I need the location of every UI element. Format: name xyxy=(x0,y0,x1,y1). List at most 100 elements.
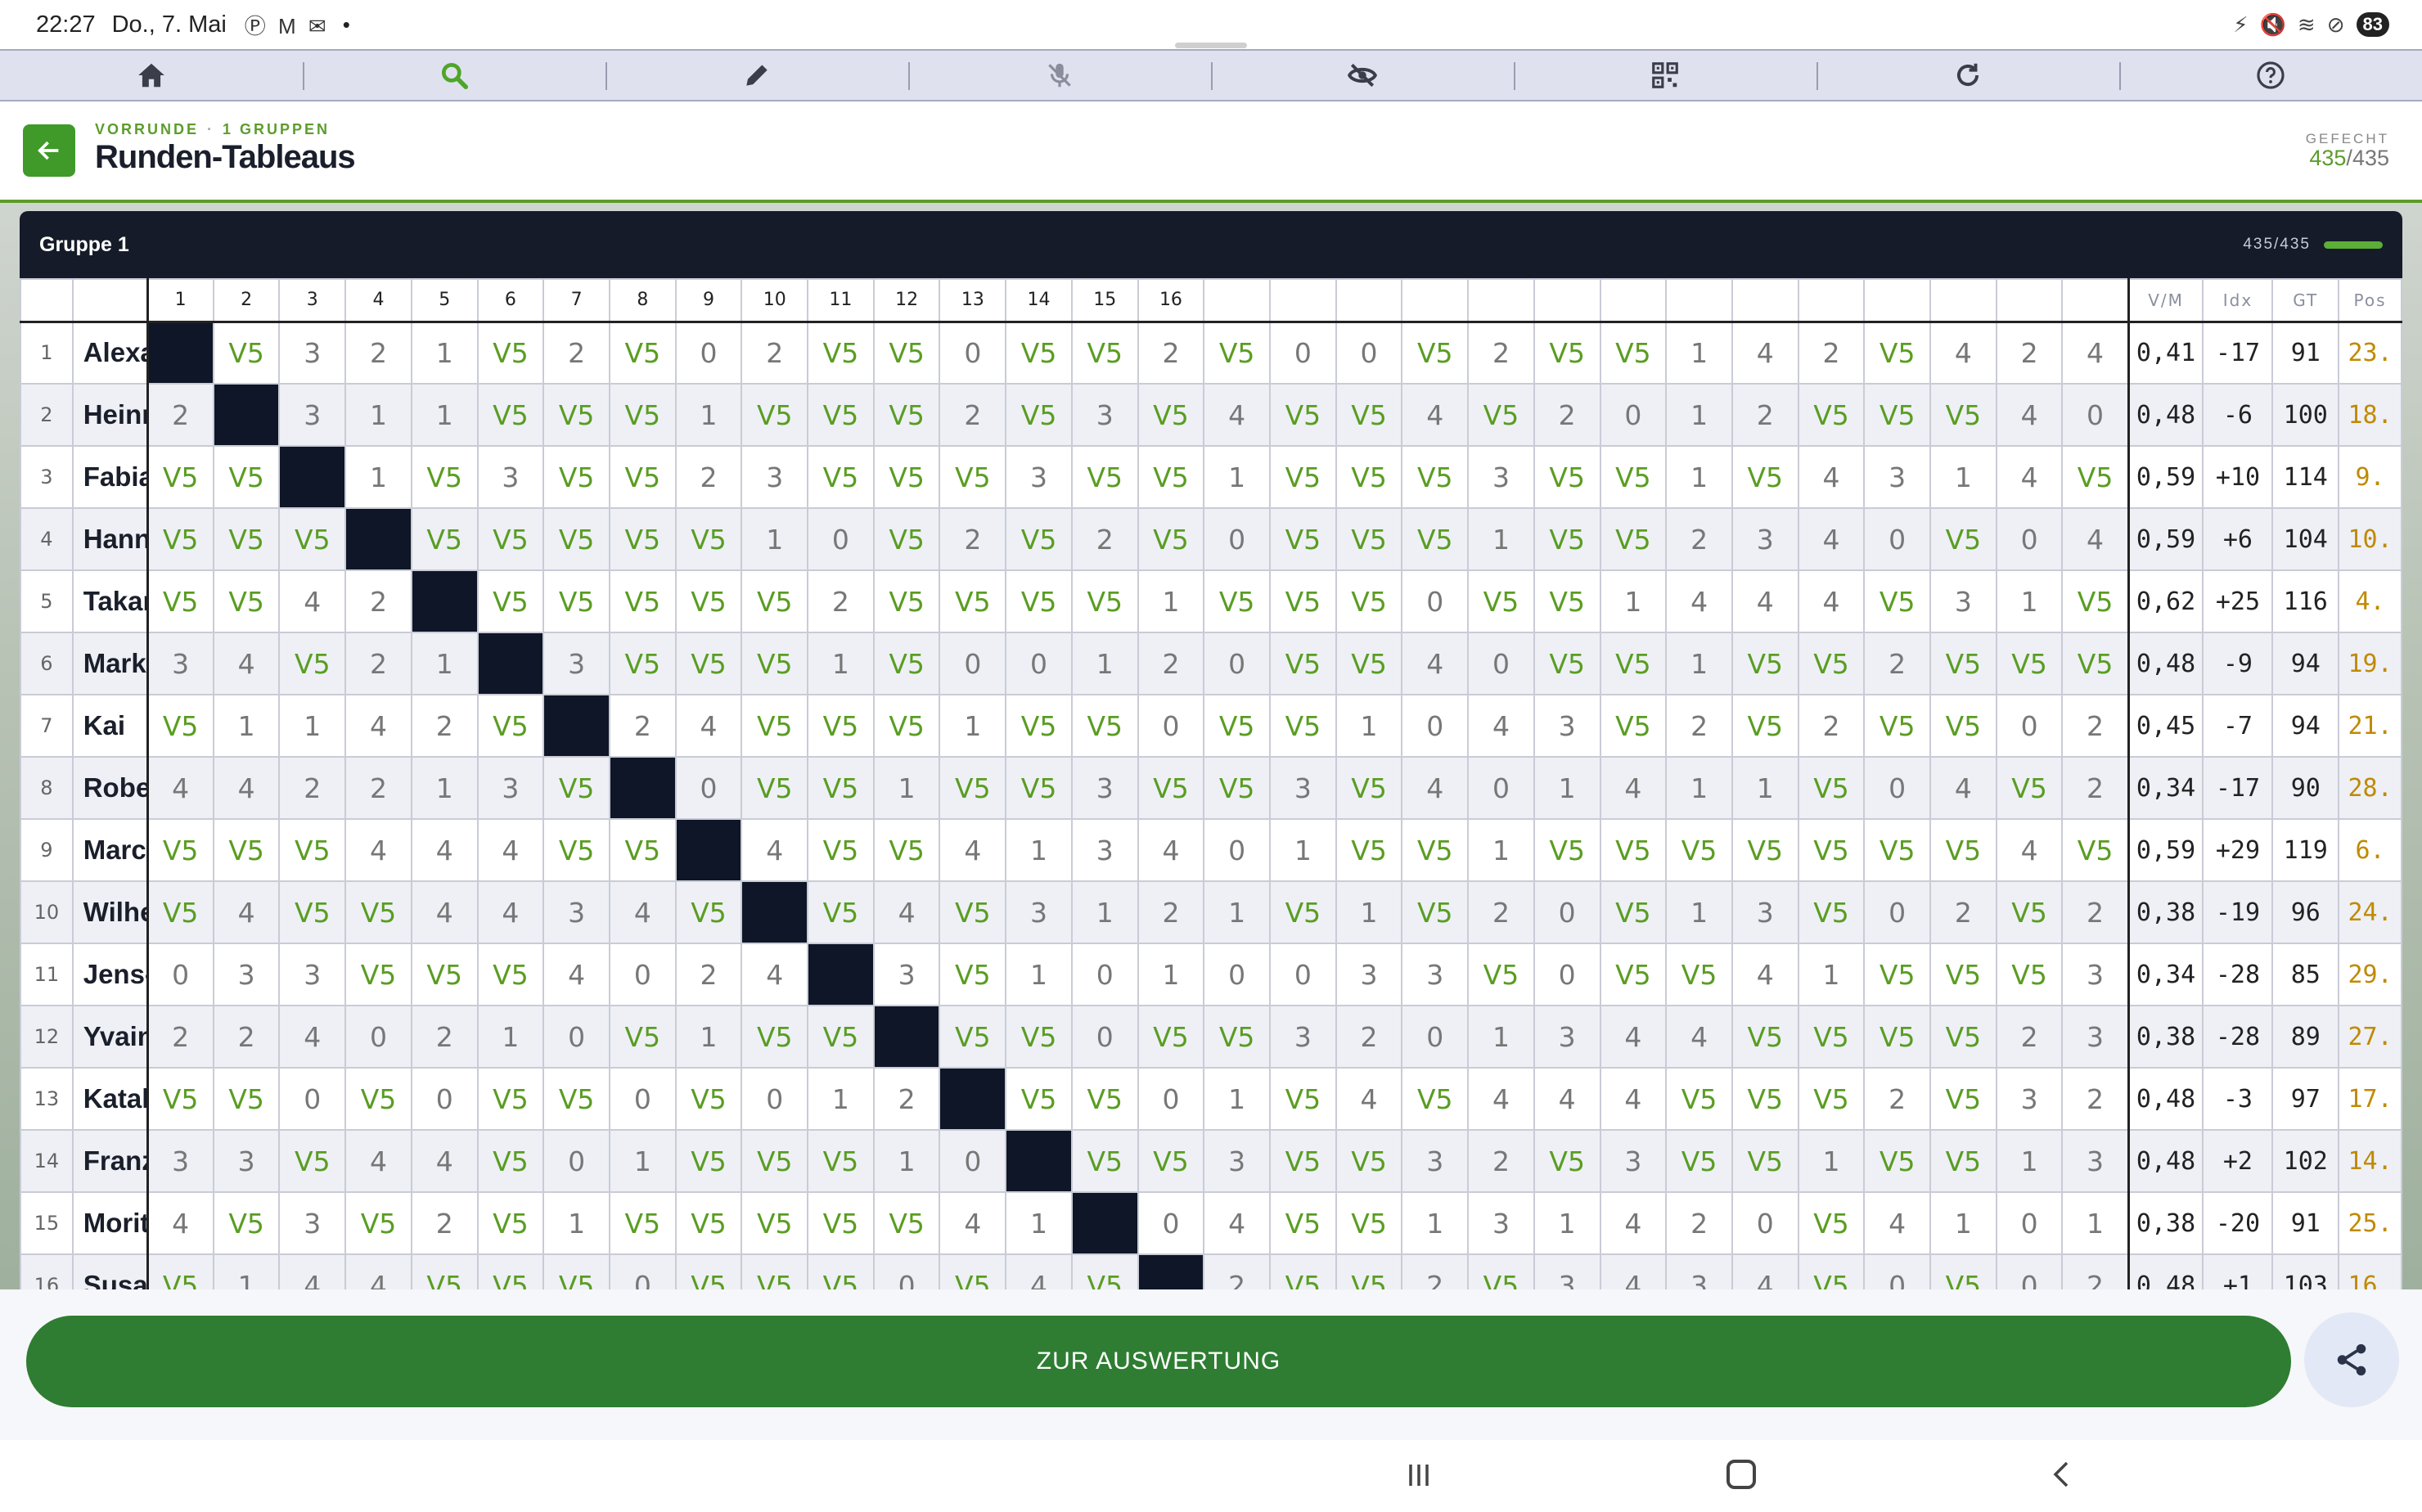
bout-cell[interactable]: 4 xyxy=(1929,321,1997,385)
bout-cell[interactable]: 4 xyxy=(410,880,479,944)
bout-cell[interactable]: V5 xyxy=(872,445,941,509)
bout-cell[interactable]: 1 xyxy=(1467,818,1535,882)
bout-cell[interactable]: V5 xyxy=(1863,1005,1932,1069)
bout-cell[interactable]: V5 xyxy=(1533,569,1601,633)
bout-cell[interactable]: V5 xyxy=(939,1005,1007,1069)
bout-cell[interactable]: 3 xyxy=(1269,1005,1337,1069)
bout-cell[interactable]: V5 xyxy=(1269,880,1337,944)
bout-cell[interactable]: 0 xyxy=(1203,818,1271,882)
bout-cell[interactable]: V5 xyxy=(1599,943,1668,1006)
bout-cell[interactable]: 4 xyxy=(1731,321,1799,385)
bout-cell[interactable]: V5 xyxy=(1599,694,1668,758)
bout-cell[interactable]: V5 xyxy=(741,569,809,633)
bout-cell[interactable]: V5 xyxy=(807,1129,875,1193)
bout-cell[interactable]: V5 xyxy=(146,694,214,758)
bout-cell[interactable]: 1 xyxy=(410,632,479,695)
table-row[interactable]: 10WilhelmV54V5V54434V5V54V53121V51V520V5… xyxy=(20,880,2402,944)
bout-cell[interactable]: V5 xyxy=(807,1005,875,1069)
bout-cell[interactable]: V5 xyxy=(1401,880,1470,944)
bout-cell[interactable]: 4 xyxy=(1731,1253,1799,1289)
toolbar-edit-button[interactable] xyxy=(606,51,908,100)
bout-cell[interactable]: V5 xyxy=(608,445,677,509)
bout-cell[interactable]: 2 xyxy=(1665,694,1733,758)
bout-cell[interactable]: 4 xyxy=(146,1191,214,1255)
bout-cell[interactable]: V5 xyxy=(674,1067,743,1131)
bout-cell[interactable]: V5 xyxy=(1269,632,1337,695)
bout-cell[interactable]: 4 xyxy=(410,818,479,882)
bout-cell[interactable]: 0 xyxy=(872,1253,941,1289)
bout-cell[interactable]: 2 xyxy=(1995,1005,2064,1069)
bout-cell[interactable]: 3 xyxy=(542,880,610,944)
bout-cell[interactable]: 4 xyxy=(1401,756,1470,820)
bout-cell[interactable]: 3 xyxy=(1665,1253,1733,1289)
bout-cell[interactable]: 0 xyxy=(939,1129,1007,1193)
bout-cell[interactable]: 2 xyxy=(1731,383,1799,447)
bout-cell[interactable]: V5 xyxy=(146,880,214,944)
bout-cell[interactable]: V5 xyxy=(608,1191,677,1255)
bout-cell[interactable]: V5 xyxy=(1599,321,1668,385)
bout-cell[interactable]: V5 xyxy=(1797,632,1866,695)
bout-cell[interactable]: V5 xyxy=(2061,818,2130,882)
bout-cell[interactable]: 4 xyxy=(1599,1253,1668,1289)
bout-cell[interactable]: V5 xyxy=(542,1067,610,1131)
bout-cell[interactable]: V5 xyxy=(741,1191,809,1255)
bout-cell[interactable]: 1 xyxy=(1665,383,1733,447)
bout-cell[interactable]: V5 xyxy=(1467,569,1535,633)
table-row[interactable]: 3FabianaV5V51V53V5V523V5V5V53V5V51V5V5V5… xyxy=(20,445,2402,509)
bout-cell[interactable]: V5 xyxy=(1797,880,1866,944)
bout-cell[interactable]: V5 xyxy=(1070,569,1139,633)
bout-cell[interactable]: 4 xyxy=(344,1253,412,1289)
bout-cell[interactable]: V5 xyxy=(476,569,545,633)
bout-cell[interactable]: V5 xyxy=(1137,1129,1205,1193)
bout-cell[interactable]: 1 xyxy=(1929,1191,1997,1255)
bout-cell[interactable]: 0 xyxy=(1731,1191,1799,1255)
bout-cell[interactable]: 1 xyxy=(344,383,412,447)
bout-cell[interactable]: 3 xyxy=(1731,507,1799,571)
bout-cell[interactable]: V5 xyxy=(674,1129,743,1193)
bout-cell[interactable]: V5 xyxy=(1863,1129,1932,1193)
bout-cell[interactable]: V5 xyxy=(741,1005,809,1069)
bout-cell[interactable]: V5 xyxy=(1929,383,1997,447)
bout-cell[interactable]: 4 xyxy=(1401,632,1470,695)
bout-cell[interactable]: 2 xyxy=(674,445,743,509)
bout-cell[interactable]: V5 xyxy=(807,1191,875,1255)
bout-cell[interactable]: 3 xyxy=(1467,445,1535,509)
bout-cell[interactable]: V5 xyxy=(146,507,214,571)
bout-cell[interactable]: V5 xyxy=(1995,632,2064,695)
bout-cell[interactable]: V5 xyxy=(146,1067,214,1131)
bout-cell[interactable]: V5 xyxy=(807,1253,875,1289)
bout-cell[interactable]: 1 xyxy=(542,1191,610,1255)
bout-cell[interactable]: V5 xyxy=(1929,943,1997,1006)
bout-cell[interactable]: 4 xyxy=(146,756,214,820)
bout-cell[interactable]: 3 xyxy=(146,1129,214,1193)
bout-cell[interactable]: V5 xyxy=(1005,569,1073,633)
bout-cell[interactable]: V5 xyxy=(1203,1005,1271,1069)
bout-cell[interactable]: 1 xyxy=(1335,694,1403,758)
bout-cell[interactable]: V5 xyxy=(1269,1191,1337,1255)
bout-cell[interactable]: 2 xyxy=(1467,321,1535,385)
table-row[interactable]: 1AlexanderV5321V52V502V5V50V5V52V500V52V… xyxy=(20,321,2402,385)
bout-cell[interactable]: V5 xyxy=(1269,1067,1337,1131)
bout-cell[interactable]: V5 xyxy=(939,943,1007,1006)
bout-cell[interactable]: 0 xyxy=(146,943,214,1006)
bout-cell[interactable]: V5 xyxy=(608,1005,677,1069)
bout-cell[interactable]: V5 xyxy=(1005,1005,1073,1069)
bout-cell[interactable]: V5 xyxy=(1203,694,1271,758)
bout-cell[interactable]: 4 xyxy=(542,943,610,1006)
fencer-name[interactable]: Jens-Uwe xyxy=(71,943,149,1006)
bout-cell[interactable]: V5 xyxy=(1665,943,1733,1006)
bout-cell[interactable]: 1 xyxy=(410,321,479,385)
bout-cell[interactable]: V5 xyxy=(542,569,610,633)
bout-cell[interactable]: 0 xyxy=(1467,632,1535,695)
bout-cell[interactable]: 2 xyxy=(212,1005,281,1069)
bout-cell[interactable]: V5 xyxy=(1533,1129,1601,1193)
bout-cell[interactable]: V5 xyxy=(146,569,214,633)
bout-cell[interactable]: 2 xyxy=(608,694,677,758)
bout-cell[interactable]: V5 xyxy=(410,943,479,1006)
bout-cell[interactable]: V5 xyxy=(741,694,809,758)
bout-cell[interactable]: 2 xyxy=(2061,694,2130,758)
bout-cell[interactable]: V5 xyxy=(542,1253,610,1289)
bout-cell[interactable]: 4 xyxy=(212,632,281,695)
table-row[interactable]: 7 Kai V5 1 1 4 2 V5 2 4 V5 V5 V5 1 V5 V5 0 V5 V5 1 0 4 3 V5 2 V5 2… xyxy=(20,694,2402,758)
bout-cell[interactable]: 0 xyxy=(1995,1191,2064,1255)
